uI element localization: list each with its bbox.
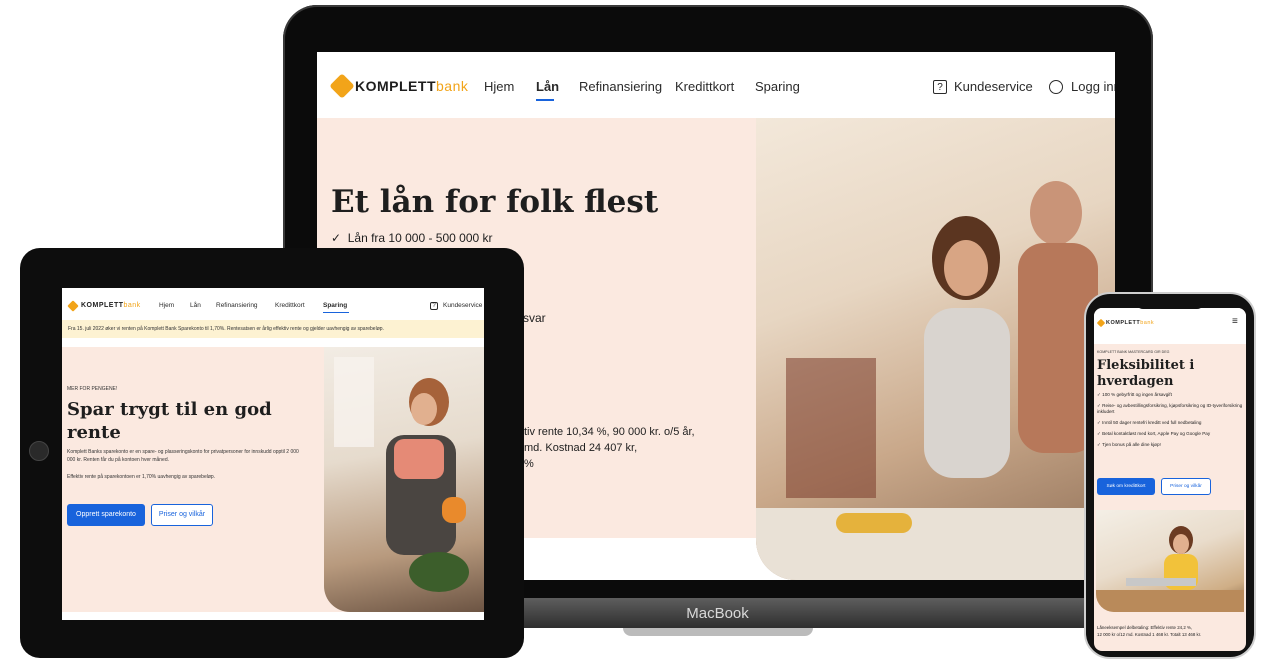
laptop-check-item: ✓ Lån fra 10 000 - 500 000 kr bbox=[331, 231, 493, 245]
logo[interactable]: KOMPLETTbank bbox=[1106, 320, 1154, 326]
logo-cube-icon bbox=[329, 73, 355, 99]
logo[interactable]: KOMPLETTbank bbox=[355, 78, 468, 94]
check-item-text: Lån fra 10 000 - 500 000 kr bbox=[347, 231, 493, 245]
phone-footer-example: Låneeksempel delbetaling: Effektiv rente… bbox=[1097, 624, 1245, 638]
info-banner: Fra 15. juli 2022 øker vi renten på Komp… bbox=[62, 320, 484, 338]
tablet-rate-info: Effektiv rente på sparekontoen er 1,70% … bbox=[67, 474, 216, 480]
tablet-hero-description: Komplett Banks sparekonto er en spare- o… bbox=[67, 449, 299, 463]
active-nav-indicator bbox=[323, 312, 349, 313]
tablet-home-button bbox=[29, 441, 49, 461]
logo-suffix: bank bbox=[436, 78, 469, 94]
family-photo-illustration bbox=[756, 181, 1115, 580]
open-savings-account-button[interactable]: Opprett sparekonto bbox=[67, 504, 145, 526]
help-icon: ? bbox=[430, 302, 438, 310]
phone-screen: KOMPLETTbank ≡ KOMPLETT BANK MASTERCARD … bbox=[1094, 308, 1246, 651]
laptop-partial-text: svar bbox=[523, 311, 546, 325]
phone-notch bbox=[1135, 299, 1205, 309]
check-icon: ✓ bbox=[331, 231, 342, 245]
phone-hero-title: Fleksibilitet i hverdagen bbox=[1097, 358, 1195, 389]
woman-laptop-illustration bbox=[1096, 526, 1244, 612]
laptop-hero-title: Et lån for folk flest bbox=[331, 184, 659, 220]
phone-footer-line-2: 12 000 kr o/12 md. Kostnad 1 468 kr. Tot… bbox=[1097, 632, 1202, 637]
nav-kredittkort[interactable]: Kredittkort bbox=[275, 302, 305, 309]
check-icon: ✓ bbox=[1097, 420, 1101, 425]
phone-feature-list: ✓ 100 % gebyrfritt og ingen årsavgift ✓ … bbox=[1097, 392, 1243, 448]
list-item-text: Tjen bonus på alle dine kjøp! bbox=[1102, 442, 1161, 447]
nav-kredittkort[interactable]: Kredittkort bbox=[675, 79, 734, 94]
tablet-eyebrow: MER FOR PENGENE! bbox=[67, 386, 118, 392]
nav-refinansiering[interactable]: Refinansiering bbox=[216, 302, 258, 309]
phone-eyebrow: KOMPLETT BANK MASTERCARD GIR DEG bbox=[1097, 350, 1170, 354]
nav-lan[interactable]: Lån bbox=[536, 79, 559, 94]
logo-cube-icon bbox=[67, 300, 79, 312]
check-icon: ✓ bbox=[1097, 403, 1101, 408]
check-icon: ✓ bbox=[1097, 431, 1101, 436]
phone-footer-line-1: Låneeksempel delbetaling: Effektiv rente… bbox=[1097, 625, 1193, 630]
list-item: ✓ Betal kontaktløst med kort, Apple Pay … bbox=[1097, 431, 1243, 437]
phone-hero-photo bbox=[1096, 510, 1244, 612]
tablet-hero-title: Spar trygt til en god rente bbox=[67, 399, 272, 443]
hamburger-icon[interactable]: ≡ bbox=[1232, 317, 1238, 327]
kundeservice-link[interactable]: Kundeservice bbox=[954, 79, 1033, 94]
list-item-text: Inntil 50 dager rentefri kreditt ved ful… bbox=[1102, 420, 1202, 425]
user-icon bbox=[1049, 80, 1063, 94]
list-item-text: Betal kontaktløst med kort, Apple Pay og… bbox=[1102, 431, 1211, 436]
phone-navbar bbox=[1094, 308, 1246, 344]
laptop-hero-photo bbox=[756, 118, 1115, 580]
laptop-example-line-1: tiv rente 10,34 %, 90 000 kr. o/5 år, bbox=[524, 426, 695, 438]
logo[interactable]: KOMPLETTbank bbox=[81, 302, 141, 309]
tablet-hero-photo bbox=[324, 347, 484, 612]
laptop-hinge bbox=[623, 628, 813, 636]
nav-lan[interactable]: Lån bbox=[190, 302, 201, 309]
list-item: ✓ 100 % gebyrfritt og ingen årsavgift bbox=[1097, 392, 1243, 398]
logo-text: KOMPLETT bbox=[355, 78, 436, 94]
list-item-text: 100 % gebyrfritt og ingen årsavgift bbox=[1102, 392, 1172, 397]
logo-text: KOMPLETT bbox=[81, 302, 124, 309]
woman-gardening-illustration bbox=[334, 357, 469, 592]
kundeservice-link[interactable]: Kundeservice bbox=[443, 302, 482, 309]
nav-refinansiering[interactable]: Refinansiering bbox=[579, 79, 662, 94]
apply-credit-card-button[interactable]: Søk om kredittkort bbox=[1097, 478, 1155, 495]
laptop-example-line-3: % bbox=[524, 458, 534, 470]
prices-terms-button[interactable]: Priser og vilkår bbox=[1161, 478, 1211, 495]
list-item: ✓ Inntil 50 dager rentefri kreditt ved f… bbox=[1097, 420, 1243, 426]
prices-terms-button[interactable]: Priser og vilkår bbox=[151, 504, 213, 526]
laptop-brand-label: MacBook bbox=[686, 605, 749, 622]
nav-hjem[interactable]: Hjem bbox=[484, 79, 514, 94]
nav-hjem[interactable]: Hjem bbox=[159, 302, 174, 309]
nav-sparing[interactable]: Sparing bbox=[755, 79, 800, 94]
check-icon: ✓ bbox=[1097, 392, 1101, 397]
help-icon: ? bbox=[933, 80, 947, 94]
laptop-example-line-2: md. Kostnad 24 407 kr, bbox=[524, 442, 638, 454]
list-item: ✓ Reise- og avbestillingsforsikring, kjø… bbox=[1097, 403, 1243, 415]
list-item: ✓ Tjen bonus på alle dine kjøp! bbox=[1097, 442, 1243, 448]
check-icon: ✓ bbox=[1097, 442, 1101, 447]
laptop-navbar: KOMPLETTbank Hjem Lån Refinansiering Kre… bbox=[317, 52, 1115, 118]
active-nav-indicator bbox=[536, 99, 554, 101]
logo-text: KOMPLETT bbox=[1106, 320, 1141, 326]
list-item-text: Reise- og avbestillingsforsikring, kjøps… bbox=[1097, 403, 1243, 414]
nav-sparing[interactable]: Sparing bbox=[323, 302, 347, 309]
tablet-screen: KOMPLETTbank Hjem Lån Refinansiering Kre… bbox=[62, 288, 484, 620]
logo-suffix: bank bbox=[123, 302, 141, 309]
login-link[interactable]: Logg inn bbox=[1071, 79, 1115, 94]
logo-suffix: bank bbox=[1140, 320, 1155, 326]
info-banner-text: Fra 15. juli 2022 øker vi renten på Komp… bbox=[68, 326, 384, 332]
